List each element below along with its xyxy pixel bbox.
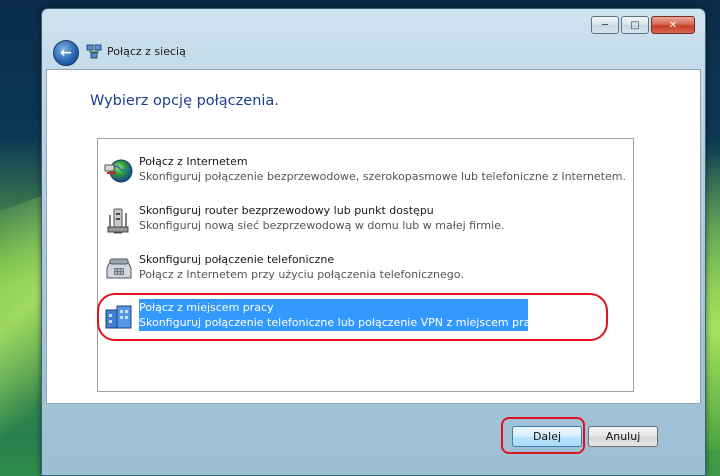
option-setup-router[interactable]: Skonfiguruj router bezprzewodowy lub pun… <box>98 200 633 240</box>
wireless-router-icon <box>107 208 129 234</box>
back-button[interactable]: ← <box>53 40 79 66</box>
maximize-button[interactable]: □ <box>621 16 649 34</box>
network-icon <box>86 44 102 59</box>
highlight-ring-next-button <box>501 417 585 454</box>
window-title: Połącz z siecią <box>107 45 186 58</box>
title-bar[interactable]: ─ □ ✕ ← Połącz z siecią <box>42 9 705 69</box>
telephone-modem-icon <box>106 258 132 279</box>
highlight-ring-workplace-option <box>97 293 608 341</box>
window-controls: ─ □ ✕ <box>591 16 695 34</box>
bottom-button-bar: Dalej Anuluj <box>42 404 705 474</box>
cancel-button[interactable]: Anuluj <box>588 426 658 447</box>
connection-options-list[interactable]: Połącz z Internetem Skonfiguruj połączen… <box>97 138 634 392</box>
option-connect-internet[interactable]: Połącz z Internetem Skonfiguruj połączen… <box>98 151 633 191</box>
option-setup-dialup[interactable]: Skonfiguruj połączenie telefoniczne Połą… <box>98 249 633 289</box>
close-button[interactable]: ✕ <box>651 16 695 34</box>
minimize-button[interactable]: ─ <box>591 16 619 34</box>
option-title: Połącz z Internetem <box>139 155 248 168</box>
arrow-left-icon: ← <box>60 45 72 61</box>
option-description: Skonfiguruj połączenie bezprzewodowe, sz… <box>139 170 626 183</box>
option-description: Połącz z Internetem przy użyciu połączen… <box>139 268 464 281</box>
option-title: Skonfiguruj połączenie telefoniczne <box>139 253 335 266</box>
option-title: Skonfiguruj router bezprzewodowy lub pun… <box>139 204 434 217</box>
globe-network-icon <box>104 159 133 183</box>
option-description: Skonfiguruj nową sieć bezprzewodową w do… <box>139 219 505 232</box>
connect-to-network-window: ─ □ ✕ ← Połącz z siecią Wybierz opcję po… <box>41 8 706 476</box>
content-panel: Wybierz opcję połączenia. Połącz z Inter… <box>46 69 701 404</box>
page-heading: Wybierz opcję połączenia. <box>90 93 279 109</box>
